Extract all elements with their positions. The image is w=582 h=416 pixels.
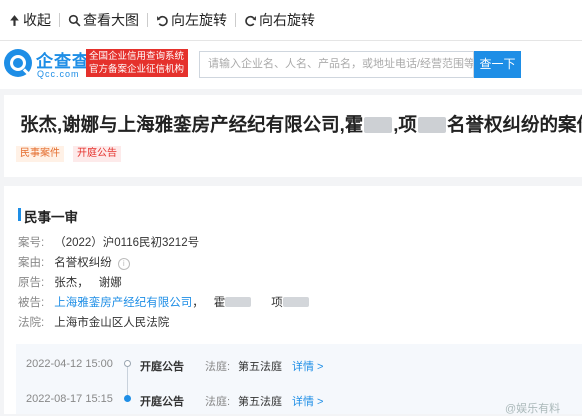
timeline-date: 2022-04-12 15:00: [26, 358, 113, 370]
timeline-detail-link[interactable]: 详情 >: [292, 393, 323, 409]
case-number: （2022）沪0116民初3212号: [54, 237, 200, 249]
search-button[interactable]: 查一下: [474, 51, 521, 78]
view-large-button[interactable]: 查看大图: [60, 0, 147, 40]
case-title-part3: 名誉权纠纷的案件: [446, 114, 582, 135]
case-number-row: 案号: （2022）沪0116民初3212号: [18, 234, 199, 250]
timeline-court-label: 法庭:: [205, 361, 231, 373]
image-toolbar: 收起 查看大图 向左旋转 向右旋转: [0, 0, 582, 41]
site-header: 企查查 Qcc.com 全国企业信用查询系统 官方备案企业征信机构 请输入企业名…: [0, 41, 582, 89]
info-icon[interactable]: i: [117, 258, 130, 270]
timeline-court: 第五法庭: [238, 396, 282, 408]
plaintiff-2: 谢娜: [98, 277, 122, 289]
timeline-court-label: 法庭:: [205, 396, 231, 408]
plaintiff-1: 张杰，: [54, 277, 89, 289]
section-title: 民事一审: [18, 206, 78, 226]
case-title: 张杰,谢娜与上海雅銮房产经纪有限公司,霍 ,项 名誉权纠纷的案件: [20, 111, 582, 137]
defendant-separator: ，: [192, 297, 204, 309]
tag-civil-case: 民事案件: [16, 146, 64, 162]
redacted-name: [417, 117, 446, 133]
collapse-button[interactable]: 收起: [0, 0, 59, 40]
court-row: 法院: 上海市金山区人民法院: [18, 314, 169, 330]
timeline-line: [127, 364, 128, 398]
defendant-person-2: 项: [271, 297, 283, 309]
cause-value: 名誉权纠纷: [54, 257, 112, 269]
defendant-person-1: 霍: [213, 297, 226, 309]
rotate-left-button[interactable]: 向左旋转: [148, 0, 235, 40]
redacted-name: [225, 297, 252, 307]
credit-badge: 全国企业信用查询系统 官方备案企业征信机构: [86, 49, 188, 77]
view-large-label: 查看大图: [83, 12, 139, 28]
redacted-name: [364, 117, 393, 133]
case-title-card: 张杰,谢娜与上海雅銮房产经纪有限公司,霍 ,项 名誉权纠纷的案件 民事案件 开庭公告: [4, 95, 582, 177]
case-title-part1: 张杰,谢娜与上海雅銮房产经纪有限公司,霍: [20, 114, 364, 135]
plaintiff-row: 原告: 张杰， 谢娜: [18, 274, 122, 290]
defendant-label: 被告:: [18, 297, 45, 309]
defendant-company-link[interactable]: 上海雅銮房产经纪有限公司: [54, 297, 192, 309]
rotate-right-button[interactable]: 向右旋转: [236, 0, 323, 40]
credit-badge-line2: 官方备案企业征信机构: [89, 64, 185, 75]
rotate-right-icon: [245, 15, 256, 26]
timeline-dot-icon: [124, 360, 131, 367]
search-icon: [68, 14, 81, 26]
case-detail-card: 民事一审 案号: （2022）沪0116民初3212号 案由: 名誉权纠纷 i 原告:…: [4, 186, 582, 414]
rotate-left-icon: [157, 15, 168, 26]
qcc-logo-icon[interactable]: [4, 49, 32, 77]
logo-domain: Qcc.com: [37, 69, 80, 79]
collapse-label: 收起: [23, 12, 51, 28]
hearing-timeline: 2022-04-12 15:00 开庭公告 法庭: 第五法庭 详情 > 2022…: [16, 344, 582, 414]
timeline-type: 开庭公告: [140, 396, 184, 408]
timeline-type: 开庭公告: [140, 361, 184, 373]
timeline-date: 2022-08-17 15:15: [26, 393, 113, 405]
court-label: 法院:: [18, 317, 45, 329]
timeline-court: 第五法庭: [238, 361, 282, 373]
case-number-label: 案号:: [18, 237, 45, 249]
tag-hearing-notice: 开庭公告: [73, 146, 121, 162]
timeline-dot-icon: [124, 395, 131, 402]
timeline-detail-link[interactable]: 详情 >: [292, 358, 323, 374]
rotate-right-label: 向右旋转: [259, 12, 315, 28]
case-title-part2: ,项: [393, 114, 417, 135]
plaintiff-label: 原告:: [18, 277, 45, 289]
redacted-name: [282, 297, 309, 307]
collapse-icon: [10, 14, 19, 26]
credit-badge-line1: 全国企业信用查询系统: [89, 51, 185, 62]
cause-row: 案由: 名誉权纠纷 i: [18, 254, 130, 270]
search-input[interactable]: 请输入企业名、人名、产品名，或地址电话/经营范围等: [199, 51, 474, 78]
court-value: 上海市金山区人民法院: [54, 317, 170, 329]
defendant-row: 被告: 上海雅銮房产经纪有限公司， 霍 项: [18, 294, 309, 310]
cause-label: 案由:: [18, 257, 45, 269]
rotate-left-label: 向左旋转: [171, 12, 227, 28]
